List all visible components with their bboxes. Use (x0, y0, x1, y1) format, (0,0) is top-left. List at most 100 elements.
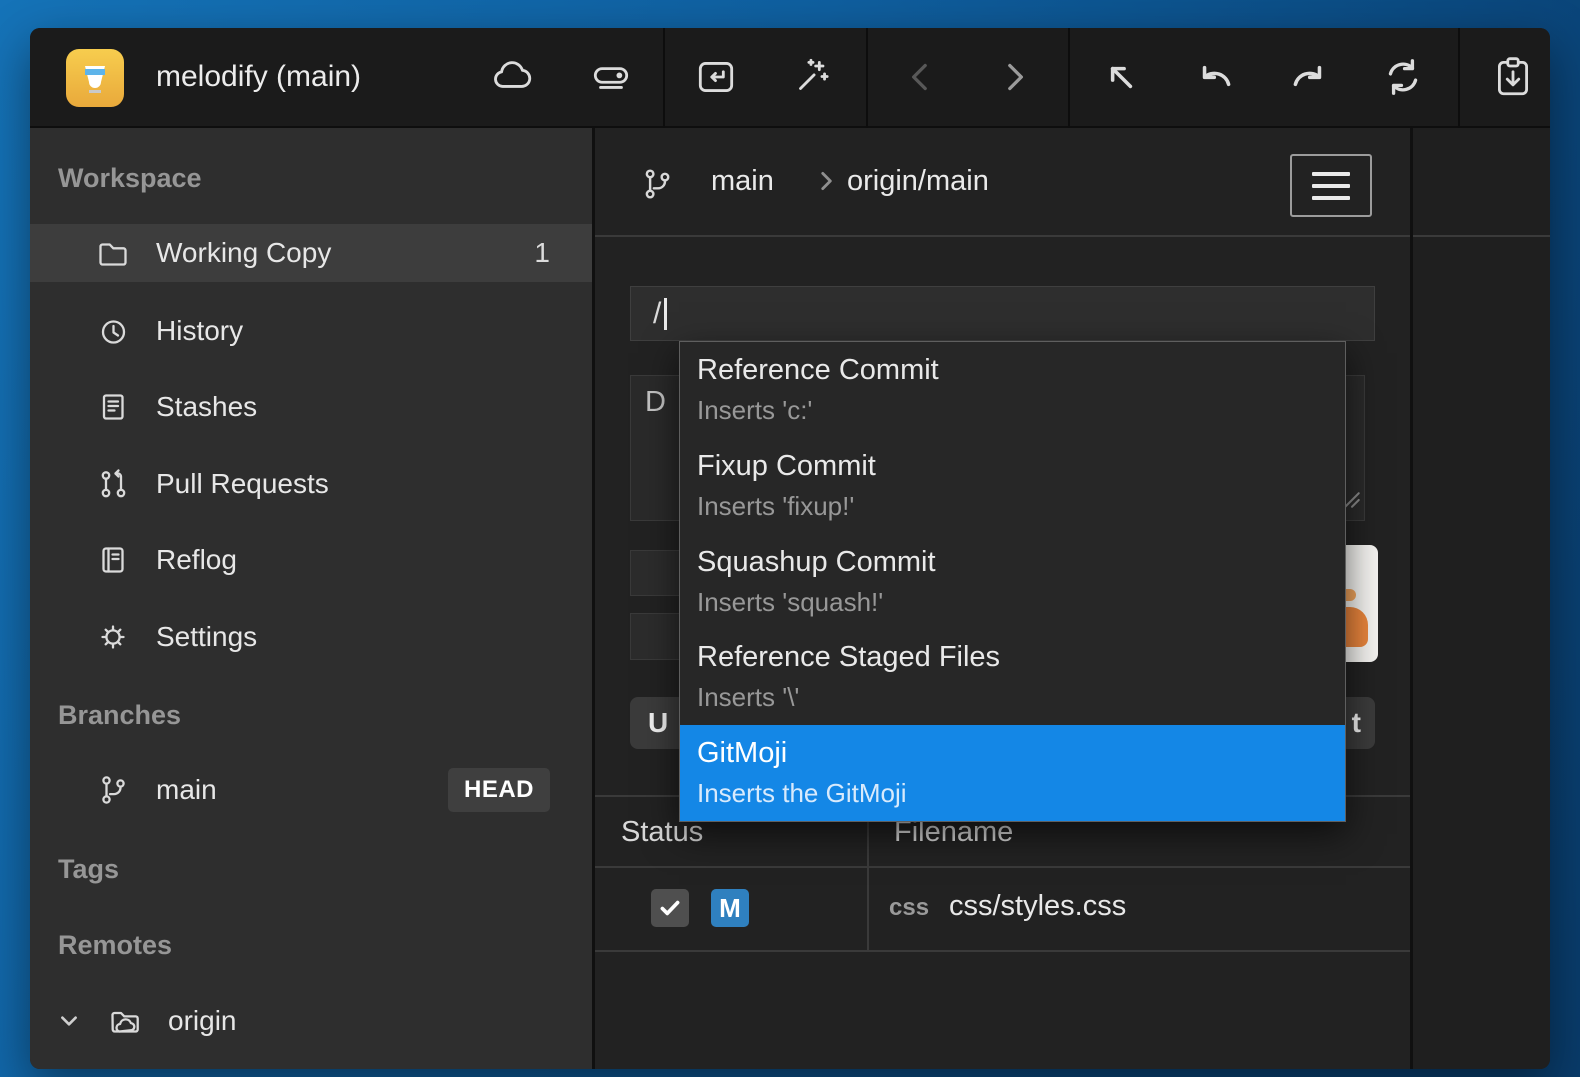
autocomplete-item-squashup-commit[interactable]: Squashup Commit Inserts 'squash!' (680, 534, 1345, 630)
table-border (595, 866, 1410, 868)
head-badge: HEAD (448, 768, 550, 812)
sidebar-section-workspace: Workspace (58, 161, 202, 195)
sidebar-item-label: Stashes (156, 391, 257, 423)
drive-button[interactable] (581, 47, 641, 107)
sidebar-item-branch-main[interactable]: main HEAD (30, 761, 592, 819)
commit-message-input[interactable]: / (630, 286, 1375, 341)
autocomplete-subtitle: Inserts 'squash!' (697, 585, 1345, 619)
pane-header-border (1413, 235, 1550, 237)
sidebar: Workspace Working Copy 1 History (30, 128, 592, 1069)
app-window: melodify (main) (30, 28, 1550, 1069)
sync-button[interactable] (1373, 47, 1433, 107)
branch-menu-button[interactable] (1290, 154, 1372, 217)
git-branch-icon (639, 166, 675, 207)
commit-message-value: / (653, 297, 661, 331)
undo-arrow-icon (1192, 54, 1238, 100)
chevron-right-icon (813, 168, 839, 199)
status-badge: M (711, 889, 749, 927)
pull-request-icon (96, 467, 130, 501)
window-title: melodify (main) (156, 28, 361, 126)
autocomplete-subtitle: Inserts 'fixup!' (697, 489, 1345, 523)
autocomplete-item-gitmoji[interactable]: GitMoji Inserts the GitMoji (680, 725, 1345, 821)
drive-icon (588, 54, 634, 100)
magic-wand-button[interactable] (782, 47, 842, 107)
arrow-up-left-icon (1098, 54, 1144, 100)
sync-arrows-icon (1380, 54, 1426, 100)
filename: css/styles.css (949, 890, 1126, 923)
commit-button-label: t (1352, 707, 1361, 739)
sidebar-item-label: Pull Requests (156, 468, 329, 500)
autocomplete-title: Squashup Commit (697, 543, 1345, 581)
sidebar-item-stashes[interactable]: Stashes (30, 378, 592, 436)
remote-folder-icon (108, 1004, 142, 1038)
toolbar-separator (663, 28, 665, 128)
working-copy-count: 1 (534, 237, 550, 269)
open-repo-icon (693, 54, 739, 100)
git-branch-icon (96, 773, 130, 807)
breadcrumb-upstream[interactable]: origin/main (847, 128, 989, 235)
commit-pane: main origin/main / D (595, 128, 1410, 1069)
table-border (595, 950, 1410, 952)
sidebar-item-settings[interactable]: Settings (30, 608, 592, 666)
back-button[interactable] (891, 47, 951, 107)
pull-button[interactable] (1091, 47, 1151, 107)
sidebar-section-remotes: Remotes (58, 928, 172, 962)
remote-name: origin (168, 1005, 236, 1037)
sidebar-item-remote-origin[interactable]: origin (30, 992, 592, 1050)
sidebar-item-reflog[interactable]: Reflog (30, 531, 592, 589)
autocomplete-item-fixup-commit[interactable]: Fixup Commit Inserts 'fixup!' (680, 438, 1345, 534)
forward-button[interactable] (984, 47, 1044, 107)
toolbar-separator (1068, 28, 1070, 128)
chevron-right-icon (991, 54, 1037, 100)
stashes-icon (96, 390, 130, 424)
toolbar-separator (1458, 28, 1460, 128)
toolbar-separator (866, 28, 868, 128)
magic-wand-icon (789, 54, 835, 100)
redo-arrow-icon (1286, 54, 1332, 100)
autocomplete-item-reference-staged-files[interactable]: Reference Staged Files Inserts '\' (680, 629, 1345, 725)
sidebar-item-label: Reflog (156, 544, 237, 576)
autocomplete-title: Fixup Commit (697, 447, 1345, 485)
open-repo-button[interactable] (686, 47, 746, 107)
sidebar-item-label: Settings (156, 621, 257, 653)
file-type-icon: css (889, 894, 929, 922)
branch-name: main (156, 774, 217, 806)
breadcrumb-branch[interactable]: main (711, 128, 774, 235)
stage-checkbox[interactable] (651, 889, 689, 927)
cloud-icon (488, 54, 534, 100)
hamburger-icon (1312, 172, 1350, 176)
chevron-down-icon[interactable] (58, 1010, 80, 1032)
commit-autocomplete-dropdown: Reference Commit Inserts 'c:' Fixup Comm… (679, 341, 1346, 822)
undo-button[interactable] (1185, 47, 1245, 107)
autocomplete-title: Reference Staged Files (697, 638, 1345, 676)
clipboard-download-icon (1490, 54, 1536, 100)
autocomplete-title: GitMoji (697, 734, 1345, 772)
app-icon (66, 49, 124, 107)
autocomplete-title: Reference Commit (697, 351, 1345, 389)
autocomplete-subtitle: Inserts 'c:' (697, 393, 1345, 427)
reflog-icon (96, 543, 130, 577)
history-icon (96, 314, 130, 348)
check-icon (657, 895, 683, 921)
cloud-button[interactable] (481, 47, 541, 107)
text-caret (664, 298, 667, 330)
branch-breadcrumb-bar: main origin/main (595, 128, 1410, 237)
sidebar-section-branches: Branches (58, 698, 181, 732)
titlebar: melodify (main) (30, 28, 1550, 128)
description-text: D (645, 386, 666, 418)
gear-icon (96, 620, 130, 654)
autocomplete-subtitle: Inserts the GitMoji (697, 776, 1345, 810)
unstage-button-label: U (648, 707, 668, 739)
secondary-pane (1413, 128, 1550, 1069)
clipboard-button[interactable] (1483, 47, 1543, 107)
sidebar-item-history[interactable]: History (30, 302, 592, 360)
sidebar-item-working-copy[interactable]: Working Copy 1 (30, 224, 592, 282)
chevron-left-icon (898, 54, 944, 100)
autocomplete-item-reference-commit[interactable]: Reference Commit Inserts 'c:' (680, 342, 1345, 438)
autocomplete-subtitle: Inserts '\' (697, 680, 1345, 714)
sidebar-section-tags: Tags (58, 852, 119, 886)
folder-icon (96, 236, 130, 270)
redo-button[interactable] (1279, 47, 1339, 107)
sidebar-item-label: History (156, 315, 243, 347)
sidebar-item-pull-requests[interactable]: Pull Requests (30, 455, 592, 513)
